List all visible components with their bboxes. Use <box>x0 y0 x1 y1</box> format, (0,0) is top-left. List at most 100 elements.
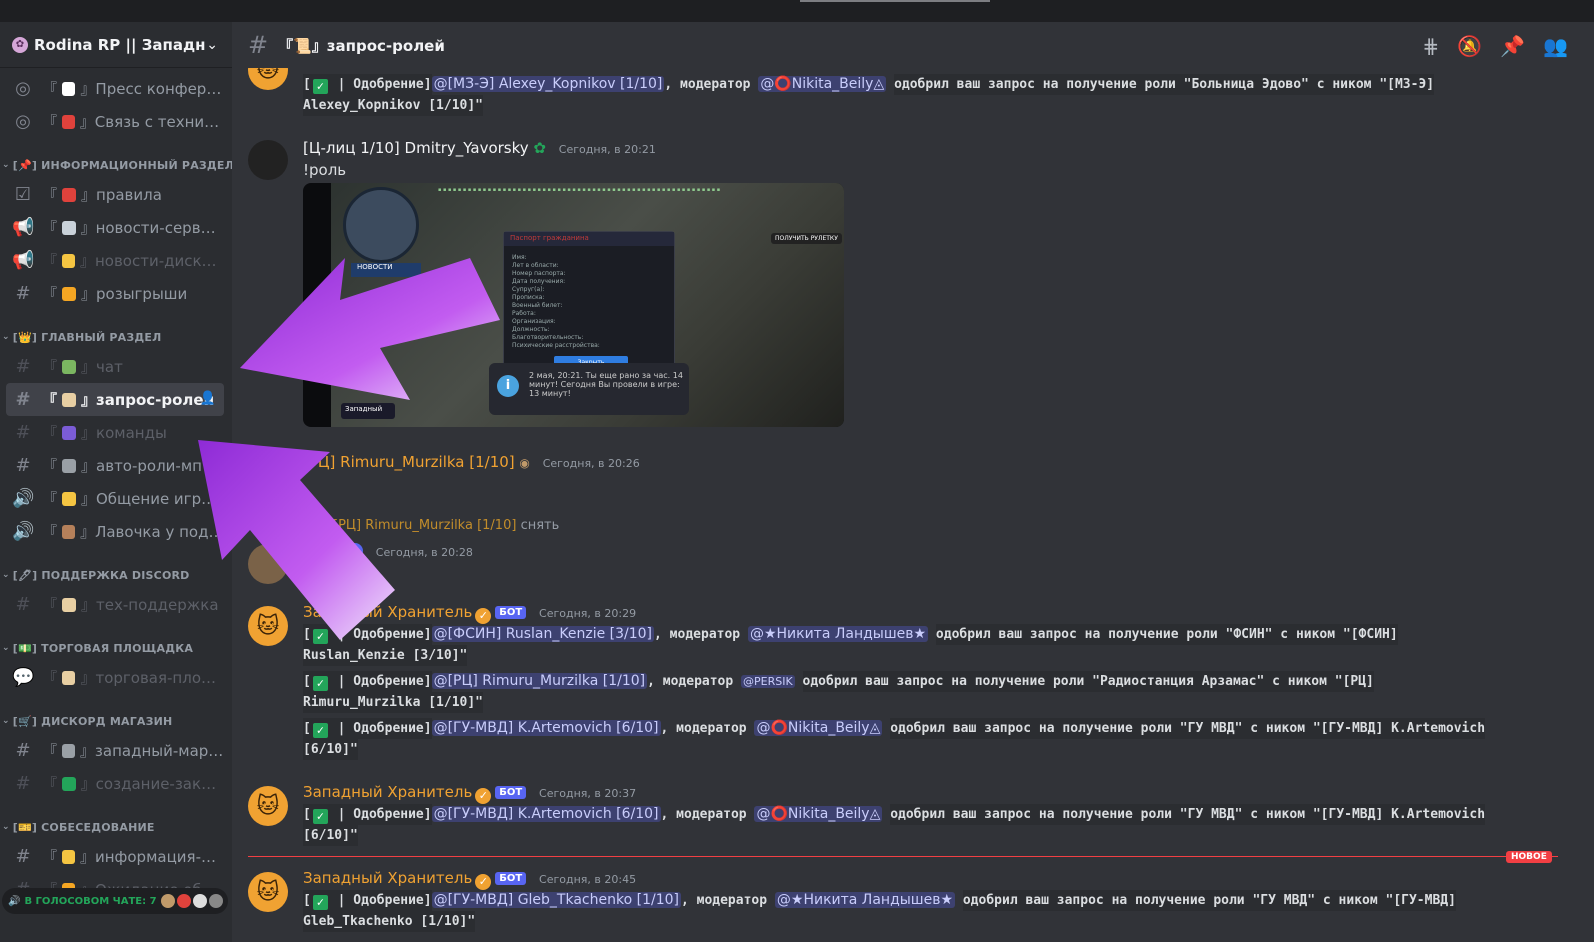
channel-sidebar: ✿ Rodina RP || Западн... ⌄ ◎ 『』 Пресс конф… <box>0 22 232 942</box>
user-mention[interactable]: @[ФСИН] Ruslan_Kenzie [3/10] <box>431 626 655 642</box>
bot-avatar[interactable]: 🐱 <box>248 786 288 826</box>
sidebar-channel[interactable]: # 『 』 авто-роли-мп <box>6 449 224 482</box>
category-header[interactable]: ⌄ [🛒] ДИСКОРД МАГАЗИН <box>0 708 232 734</box>
bracket-left: 『 <box>42 775 58 793</box>
user-mention[interactable]: @[ГУ-МВД] K.Artemovich [6/10] <box>431 720 661 736</box>
bracket-left: 『 <box>42 186 58 204</box>
user-avatar[interactable] <box>248 544 288 584</box>
bracket-left: 『 <box>42 596 58 614</box>
channel-emoji <box>62 425 77 440</box>
channel-emoji <box>62 359 77 374</box>
sidebar-channel[interactable]: 📢 『 』 новости-сервера <box>6 211 224 244</box>
sidebar-channel[interactable]: 💬 『 』 торговая-площ... <box>6 661 224 694</box>
bot-tag: БОТ <box>495 786 527 799</box>
message-header: Западный Хранитель ✓ БОТ Сегодня, в 20:29 <box>303 603 636 624</box>
new-messages-divider <box>248 856 1558 857</box>
bot-avatar[interactable]: 🐱 <box>248 606 288 646</box>
user-mention[interactable]: @⭕Nikita_Beily◬ <box>754 720 883 736</box>
pinned-icon[interactable]: 📌 <box>1500 34 1525 58</box>
timestamp: Сегодня, в 20:37 <box>539 787 637 800</box>
bracket-left: 『 <box>42 669 58 687</box>
user-mention[interactable]: @⭕Nikita_Beily◬ <box>758 76 887 92</box>
message-header: Сегодня, в 20:28 <box>347 542 473 560</box>
bracket-left: 『 <box>42 523 58 541</box>
server-header[interactable]: ✿ Rodina RP || Западн... ⌄ <box>0 22 232 68</box>
server-name: Rodina RP || Западн... <box>34 35 207 54</box>
sidebar-channel[interactable]: ◎ 『 』 Связь с техниче... <box>6 105 224 138</box>
category-header[interactable]: ⌄ [🎫] СОБЕСЕДОВАНИЕ <box>0 814 232 840</box>
sidebar-channel[interactable]: # 『 』 команды <box>6 416 224 449</box>
username[interactable]: Западный Хранитель <box>303 869 472 887</box>
bracket-right: 』 <box>80 775 96 793</box>
channel-emoji <box>62 286 77 301</box>
channel-label: розыгрыши <box>96 284 188 303</box>
stage-icon: ◎ <box>15 78 31 99</box>
channel-emoji <box>62 743 75 758</box>
sidebar-channel[interactable]: ◎ 『 』 Пресс конфере... <box>6 72 224 105</box>
sidebar-channel[interactable]: 🔊 『 』 Общение игро... <box>6 482 224 515</box>
user-mention[interactable]: @[ГУ-МВД] K.Artemovich [6/10] <box>431 806 661 822</box>
message-list: 🐱 [✓ | Одобрение] @[МЗ-Э] Alexey_Kopniko… <box>232 68 1594 942</box>
image-attachment[interactable]: НОВОСТИ ▪ ▪ ▪ ▪ ▪ ▪ ▪ ▪ ▪ ▪ ▪ ▪ ▪ ▪ ▪ ▪ … <box>303 183 844 427</box>
sidebar-channel[interactable]: 📢 『 』 новости-дискор... <box>6 244 224 277</box>
sidebar-channel[interactable]: # 『 』 тех-поддержка <box>6 588 224 621</box>
sidebar-channel[interactable]: # 『 』 чат <box>6 350 224 383</box>
sidebar-channel[interactable]: # 『 』 розыгрыши <box>6 277 224 310</box>
sidebar-channel[interactable]: # 『 』 информация-по... <box>6 840 224 873</box>
sidebar-channel[interactable]: # 『 』 запрос-ролей 👤 <box>6 383 224 416</box>
timestamp: Сегодня, в 20:26 <box>542 457 640 470</box>
passport-field: Психические расстройства: <box>512 342 600 349</box>
user-mention[interactable]: @[МЗ-Э] Alexey_Kopnikov [1/10] <box>431 76 665 92</box>
user-mention[interactable]: @PERSIK <box>741 675 795 688</box>
channel-emoji <box>62 187 77 202</box>
sidebar-channel[interactable]: # 『 』 создание-заказа <box>6 767 224 800</box>
channel-label: западный-маркет <box>94 741 224 760</box>
notifications-muted-icon[interactable]: 🔕 <box>1457 34 1482 58</box>
hash-icon: # <box>15 740 31 761</box>
member-list-icon[interactable]: 👥 <box>1543 34 1568 58</box>
channel-label: создание-заказа <box>95 774 224 793</box>
username[interactable]: Западный Хранитель <box>303 603 472 621</box>
bracket-right: 』 <box>81 358 97 376</box>
bracket-right: 』 <box>80 490 96 508</box>
username[interactable]: [Ц-лиц 1/10] Dmitry_Yavorsky <box>303 139 529 157</box>
news-tag: НОВОСТИ <box>351 263 421 277</box>
voice-avatars <box>160 894 223 908</box>
bot-avatar[interactable]: 🐱 <box>248 872 288 912</box>
user-avatar[interactable] <box>248 452 288 492</box>
role-icon: ◉ <box>519 456 530 470</box>
chevron-down-icon[interactable]: ⌄ <box>206 37 218 53</box>
voice-chat-indicator[interactable]: 🔊 В ГОЛОСОВОМ ЧАТЕ: 7 <box>2 888 228 914</box>
channel-emoji <box>62 81 76 96</box>
reply-reference[interactable]: @[РЦ] Rimuru_Murzilka [1/10] снять <box>320 518 559 533</box>
bracket-left: 『 <box>42 113 58 131</box>
chevron-down-icon: ⌄ <box>2 160 10 170</box>
user-mention[interactable]: @★Никита Ландышев★ <box>774 892 956 908</box>
username[interactable]: [РЦ] Rimuru_Murzilka [1/10] <box>303 453 515 471</box>
sidebar-channel[interactable]: ☑ 『 』 правила <box>6 178 224 211</box>
forum-icon: 💬 <box>12 667 35 688</box>
threads-icon[interactable]: ⋕ <box>1423 34 1440 58</box>
bracket-right: 』 <box>79 848 95 866</box>
category-header[interactable]: ⌄ [📌] ИНФОРМАЦИОННЫЙ РАЗДЕЛ <box>0 152 232 178</box>
channel-label: новости-дискор... <box>94 251 224 270</box>
sidebar-channel[interactable]: # 『 』 западный-маркет <box>6 734 224 767</box>
user-avatar[interactable] <box>248 140 288 180</box>
username[interactable]: Западный Хранитель <box>303 783 472 801</box>
channel-label: чат <box>96 357 123 376</box>
category-header[interactable]: ⌄ [👑] ГЛАВНЫЙ РАЗДЕЛ <box>0 324 232 350</box>
user-mention[interactable]: @★Никита Ландышев★ <box>747 626 929 642</box>
sidebar-channel[interactable]: 🔊 『 』 Лавочка у подъ... <box>6 515 224 548</box>
add-member-icon[interactable]: 👤 <box>200 391 216 406</box>
category-header[interactable]: ⌄ [🖊] ПОДДЕРЖКА DISCORD <box>0 562 232 588</box>
user-mention[interactable]: @[РЦ] Rimuru_Murzilka [1/10] <box>431 673 648 689</box>
passport-field: Супруг(а): <box>512 286 545 293</box>
category-header[interactable]: ⌄ [💵] ТОРГОВАЯ ПЛОЩАДКА <box>0 635 232 661</box>
message-line: [6/10]" <box>303 825 358 846</box>
bot-avatar[interactable]: 🐱 <box>248 68 288 90</box>
user-mention[interactable]: @⭕Nikita_Beily◬ <box>754 806 883 822</box>
bracket-left: 『 <box>42 80 58 98</box>
server-logo: Западный <box>341 403 395 419</box>
passport-field: Военный билет: <box>512 302 563 309</box>
user-mention[interactable]: @[ГУ-МВД] Gleb_Tkachenko [1/10] <box>431 892 681 908</box>
